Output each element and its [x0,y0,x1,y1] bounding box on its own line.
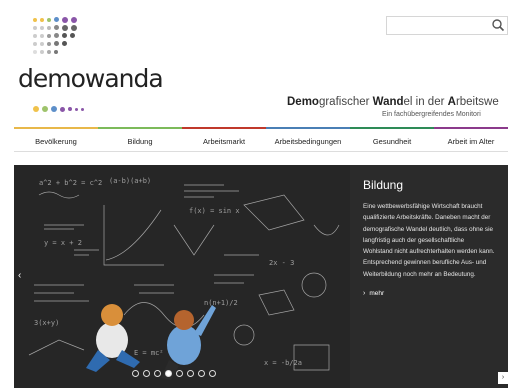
logo-dot-strip [33,106,84,112]
site-header: demowanda Demografischer Wandel in der A… [0,0,508,126]
site-tagline: Demografischer Wandel in der Arbeitswe [287,96,499,108]
svg-text:E = mc²: E = mc² [134,349,164,357]
pager-dot[interactable] [143,370,150,377]
pager-dot[interactable] [209,370,216,377]
hero-image-chalkboard: a^2 + b^2 = c^2 (a-b)(a+b) f(x) = sin x … [14,165,350,388]
more-link[interactable]: › mehr [363,290,495,297]
svg-text:a^2 + b^2 = c^2: a^2 + b^2 = c^2 [39,179,102,187]
svg-text:x = -b/2a: x = -b/2a [264,359,302,367]
svg-text:y = x + 2: y = x + 2 [44,239,82,247]
hero-text-panel: Bildung Eine wettbewerbsfähige Wirtschaf… [350,165,508,388]
nav-item-gesundheit[interactable]: Gesundheit [350,127,434,152]
main-nav: Bevölkerung Bildung Arbeitsmarkt Arbeits… [14,127,508,152]
hero-slider: a^2 + b^2 = c^2 (a-b)(a+b) f(x) = sin x … [14,165,508,388]
more-link-label: mehr [369,290,385,298]
slider-pager [132,370,216,377]
brand-logo[interactable]: demowanda [18,66,164,91]
search-input[interactable] [386,16,508,35]
svg-text:2x - 3: 2x - 3 [269,259,294,267]
nav-item-bildung[interactable]: Bildung [98,127,182,152]
svg-text:(a-b)(a+b): (a-b)(a+b) [109,177,151,185]
svg-text:3(x+y): 3(x+y) [34,319,59,327]
pager-dot[interactable] [154,370,161,377]
nav-item-arbeitsmarkt[interactable]: Arbeitsmarkt [182,127,266,152]
slider-prev-arrow[interactable]: ‹ [18,270,27,284]
pager-dot[interactable] [132,370,139,377]
svg-text:n(n+1)/2: n(n+1)/2 [204,299,238,307]
panel-body: Eine wettbewerbsfähige Wirtschaft brauch… [363,203,495,278]
nav-item-arbeitsbedingungen[interactable]: Arbeitsbedingungen [266,127,350,152]
search-icon[interactable] [491,18,505,32]
panel-title: Bildung [363,178,404,192]
nav-item-bevoelkerung[interactable]: Bevölkerung [14,127,98,152]
pager-dot-active[interactable] [165,370,172,377]
logo-dot-grid [33,16,77,57]
chevron-right-icon: › [363,290,366,298]
site-subtitle: Ein fachübergreifendes Monitori [382,111,481,118]
slider-next-button[interactable]: › [498,372,508,384]
nav-item-arbeit-im-alter[interactable]: Arbeit im Alter [434,127,508,152]
pager-dot[interactable] [187,370,194,377]
pager-dot[interactable] [198,370,205,377]
svg-text:f(x) = sin x: f(x) = sin x [189,207,240,215]
pager-dot[interactable] [176,370,183,377]
